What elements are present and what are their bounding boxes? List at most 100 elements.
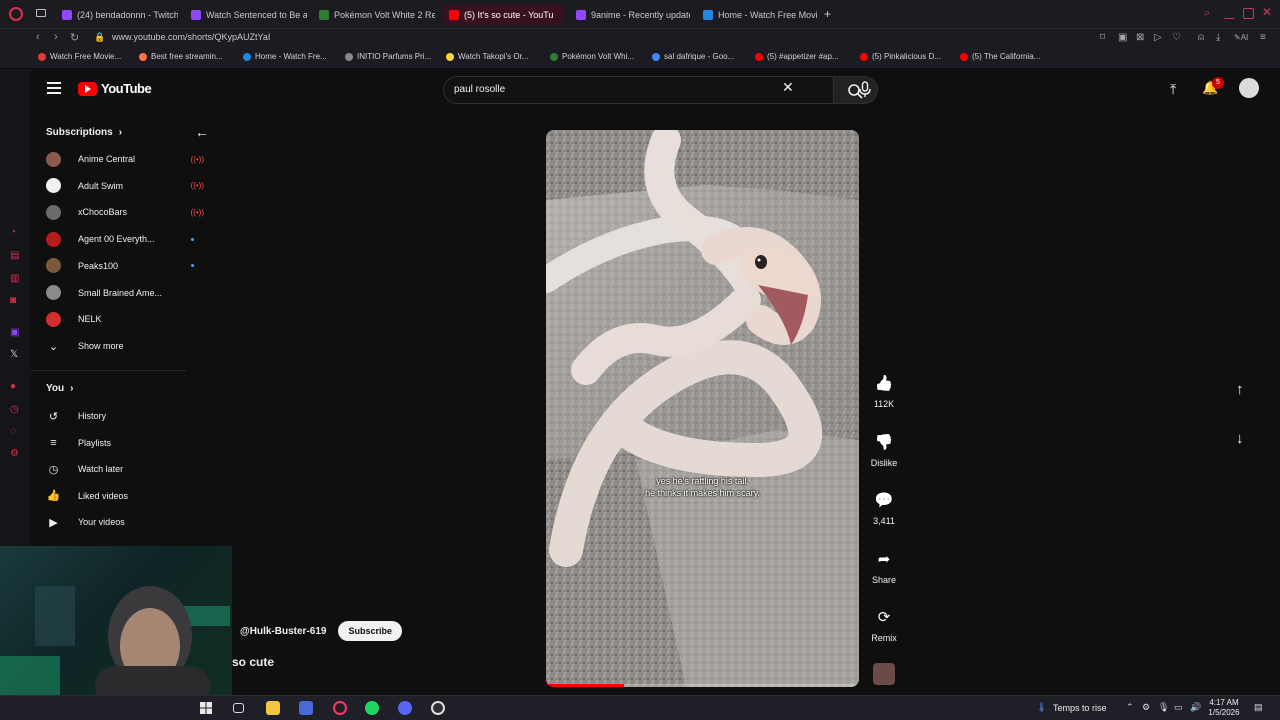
bookmark-item[interactable]: (5) #appetizer #ap... [755, 52, 839, 61]
search-tabs-icon[interactable]: ⌕ [1204, 7, 1210, 20]
spotify-taskbar-icon[interactable] [365, 701, 379, 715]
reload-icon[interactable]: ↻ [70, 31, 79, 44]
bookmark-item[interactable]: Home - Watch Fre... [243, 52, 327, 61]
history-panel-icon[interactable]: ◔ [10, 227, 16, 238]
subscription-item[interactable]: Anime Central ((•)) [46, 149, 226, 169]
network-icon[interactable]: ▭ [1174, 702, 1183, 713]
clock-panel-icon[interactable]: ◷ [10, 404, 19, 415]
bookmark-item[interactable]: Best free streamin... [139, 52, 223, 61]
you-item[interactable]: ↺ History [46, 406, 226, 426]
voice-search-button[interactable] [857, 81, 873, 99]
bookmark-item[interactable]: INITIO Parfums Pri... [345, 52, 431, 61]
notification-center-icon[interactable]: ▤ [1254, 702, 1263, 713]
close-window-button[interactable]: ✕ [1262, 5, 1272, 19]
profile-icon[interactable]: ⍝ [1198, 32, 1204, 43]
bookmark-item[interactable]: Watch Free Movie... [38, 52, 121, 61]
browser-tab[interactable]: Watch Sentenced to Be a [185, 5, 307, 25]
bookmark-item[interactable]: (5) The California... [960, 52, 1040, 61]
forward-icon[interactable]: › [54, 31, 58, 43]
player-icon[interactable]: ▷ [1154, 32, 1162, 43]
show-more-button[interactable]: ⌄ Show more [46, 336, 226, 356]
workspaces-icon[interactable]: ▤ [10, 250, 19, 261]
menu-icon[interactable] [47, 82, 61, 94]
action-remix[interactable]: ⟳ Remix [862, 608, 906, 643]
obs-taskbar-icon[interactable] [431, 701, 445, 715]
url-field[interactable]: www.youtube.com/shorts/QKypAUZtYaI [112, 32, 270, 42]
subscription-item[interactable]: NELK [46, 309, 226, 329]
pinboard-icon[interactable]: ▥ [10, 273, 19, 284]
windows-start-icon[interactable] [199, 701, 213, 715]
browser-tab[interactable]: Pokémon Volt White 2 Re [313, 5, 435, 25]
settings-icon[interactable]: ⚙ [10, 448, 19, 459]
browser-tab[interactable]: Home - Watch Free Movie [697, 5, 817, 25]
messenger-icon[interactable]: ◙ [10, 295, 16, 306]
pin-panel-icon[interactable]: ◌ [10, 426, 16, 437]
short-video-player[interactable]: yes he's rattling his tail. he thinks it… [546, 130, 859, 687]
you-item[interactable]: 👍 Liked videos [46, 486, 226, 506]
tray-app-icon[interactable]: ⚙ [1142, 702, 1150, 713]
extensions-icon[interactable]: ⊠ [1136, 32, 1144, 43]
volume-icon[interactable]: 🔊 [1190, 702, 1201, 713]
bookmark-item[interactable]: (5) Pinkalicious D... [860, 52, 941, 61]
you-item[interactable]: ◷ Watch later [46, 459, 226, 479]
action-share[interactable]: ➦ Share [862, 550, 906, 585]
file-explorer-icon[interactable] [266, 701, 280, 715]
short-title[interactable]: so cute [232, 655, 274, 669]
video-progress-bar[interactable] [546, 684, 859, 687]
channel-name[interactable]: @Hulk-Buster-619 [240, 626, 326, 637]
bookmark-item[interactable]: Watch Takopi's Or... [446, 52, 528, 61]
subscriptions-heading[interactable]: Subscriptions › [46, 127, 122, 138]
subscription-item[interactable]: Peaks100 [46, 256, 226, 276]
browser-tab[interactable]: (5) It's so cute - YouTu [443, 5, 563, 25]
x-icon[interactable]: 𝕏 [10, 349, 18, 360]
upload-icon[interactable]: ⤒ [1170, 81, 1176, 98]
calendar-app-icon[interactable] [299, 701, 313, 715]
action-thumbs-up[interactable]: 👍 112K [862, 374, 906, 409]
search-input[interactable] [454, 84, 774, 95]
bookmark-item[interactable]: Pokémon Volt Whi... [550, 52, 634, 61]
maximize-button[interactable] [1243, 8, 1254, 19]
browser-tab[interactable]: (24) bendadonnn - Twitch [56, 5, 178, 25]
subscription-label: Agent 00 Everyth... [78, 234, 155, 245]
aria-ai-icon[interactable]: ✎AI [1234, 33, 1248, 42]
spotify-icon[interactable]: ● [10, 381, 16, 392]
microphone-tray-icon[interactable]: 🎙 [1158, 702, 1169, 713]
subscribe-button[interactable]: Subscribe [338, 621, 402, 641]
you-item[interactable]: ▶ Your videos [46, 512, 226, 532]
subscription-item[interactable]: Agent 00 Everyth... [46, 229, 226, 249]
opera-gx-taskbar-icon[interactable] [333, 701, 347, 715]
avatar[interactable] [1239, 78, 1259, 98]
system-clock[interactable]: 4:17 AM 1/5/2026 [1203, 698, 1245, 718]
you-heading[interactable]: You › [46, 383, 74, 394]
tray-chevron-icon[interactable]: ⌃ [1126, 702, 1134, 713]
sound-thumbnail[interactable] [862, 663, 906, 687]
task-view-icon[interactable] [233, 703, 244, 713]
previous-short-icon[interactable]: ↑ [1236, 381, 1244, 398]
minimize-button[interactable] [1224, 8, 1235, 19]
action-thumbs-down[interactable]: 👎 Dislike [862, 433, 906, 468]
youtube-logo[interactable]: YouTube [78, 81, 152, 96]
subscription-item[interactable]: Adult Swim ((•)) [46, 176, 226, 196]
opera-menu-icon[interactable] [9, 7, 23, 21]
next-short-icon[interactable]: ↓ [1236, 430, 1244, 447]
snapshot-icon[interactable]: ▣ [1118, 32, 1127, 43]
discord-taskbar-icon[interactable] [398, 701, 412, 715]
heart-icon[interactable]: ♡ [1172, 32, 1181, 43]
new-tab-button[interactable]: + [824, 7, 831, 21]
back-icon[interactable]: ‹ [36, 31, 40, 43]
bookmark-icon[interactable]: ⌑ [1100, 32, 1105, 43]
video-caption: yes he's rattling his tail. he thinks it… [546, 475, 859, 499]
download-icon[interactable]: ⤓ [1216, 32, 1220, 43]
browser-menu-icon[interactable]: ≡ [1260, 32, 1266, 43]
tab-overview-icon[interactable] [36, 9, 46, 17]
weather-text[interactable]: Temps to rise [1053, 703, 1107, 713]
subscription-item[interactable]: xChocoBars ((•)) [46, 202, 226, 222]
you-item[interactable]: ≡ Playlists [46, 433, 226, 453]
action-comment[interactable]: 💬 3,411 [862, 491, 906, 526]
subscription-item[interactable]: Small Brained Ame... [46, 283, 226, 303]
bookmark-item[interactable]: sal dafrique - Goo... [652, 52, 734, 61]
browser-tab[interactable]: 9anime - Recently update [570, 5, 690, 25]
clear-search-icon[interactable]: ✕ [782, 79, 794, 96]
twitch-icon[interactable]: ▣ [10, 327, 19, 338]
back-arrow-icon[interactable]: ← [195, 124, 209, 140]
